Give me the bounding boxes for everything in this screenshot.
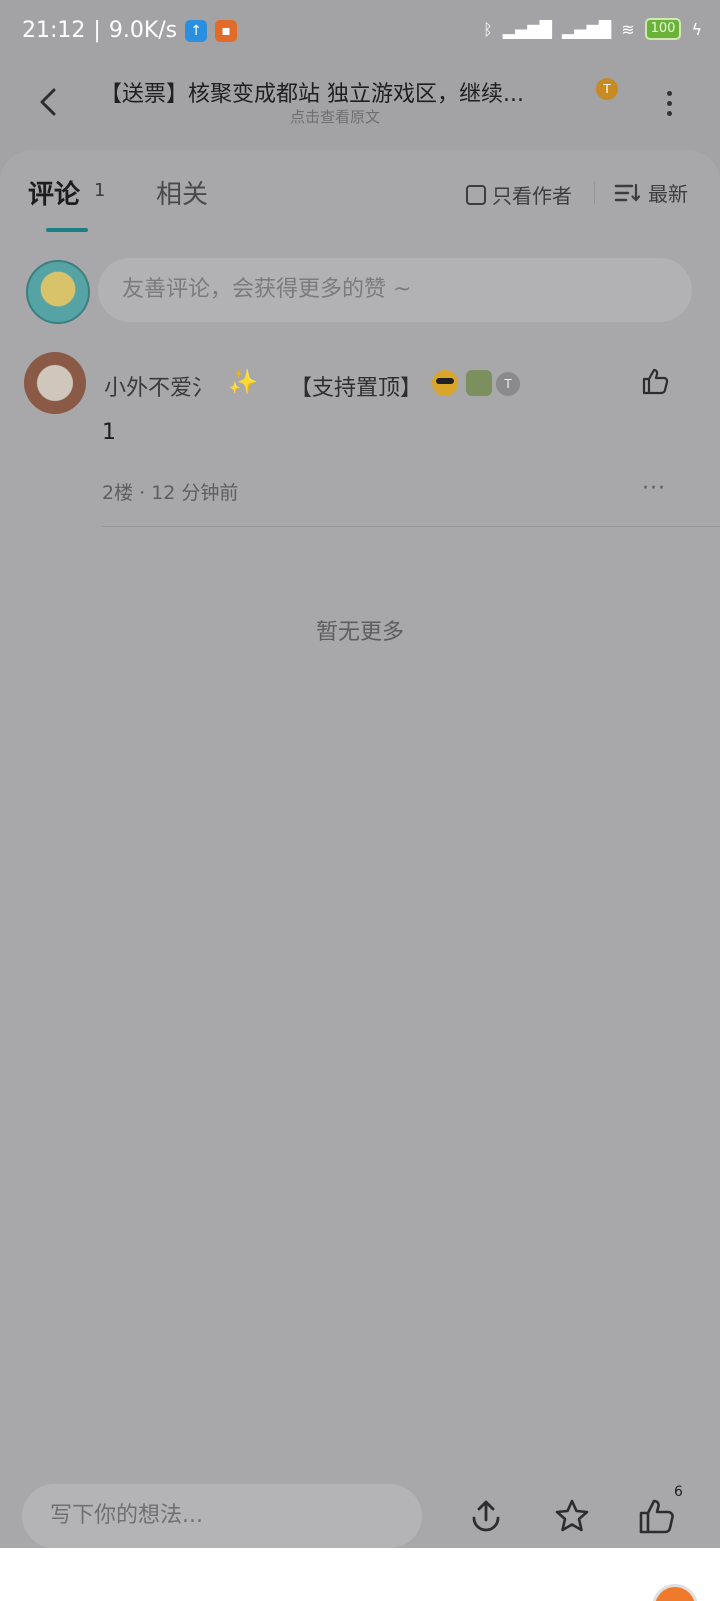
- tab-comments-count: 1: [94, 180, 106, 201]
- back-button[interactable]: [30, 82, 70, 122]
- comments-sheet: 评论 1 相关 只看作者 最新 友善评论，会获得更多的赞 ~ 小外不爱氵 ✨ 【…: [0, 150, 720, 1500]
- share-icon: [472, 1500, 500, 1532]
- status-bar-right: ᛒ ▂▄▆█ ▂▄▆█ ≋ 100 ϟ: [483, 18, 702, 40]
- filter-divider: [594, 182, 595, 204]
- dot-icon: [666, 101, 672, 106]
- comment-like-button[interactable]: [640, 366, 670, 396]
- more-options-button[interactable]: [654, 86, 684, 126]
- comment-tag: 【支持置顶】: [290, 376, 423, 401]
- write-thought-input[interactable]: 写下你的想法...: [22, 1484, 422, 1548]
- signal-hd-icon-2: ▂▄▆█: [561, 19, 612, 39]
- comment-divider: [102, 526, 720, 527]
- dot-icon: [666, 91, 672, 96]
- charging-icon: ϟ: [691, 19, 702, 39]
- share-button[interactable]: [466, 1496, 506, 1536]
- active-tab-indicator: [46, 228, 88, 232]
- status-net-speed: 9.0K/s: [108, 18, 178, 43]
- comment-more-button[interactable]: ···: [642, 476, 666, 501]
- coin-badge-icon: T: [596, 78, 618, 100]
- thumbs-up-icon: [642, 368, 669, 395]
- status-time: 21:12: [22, 18, 86, 43]
- coin-badge-icon: T: [496, 372, 520, 396]
- star-icon: [555, 1499, 589, 1532]
- commenter-name[interactable]: 小外不爱氵: [104, 370, 214, 402]
- sort-label: 最新: [648, 182, 688, 206]
- like-count: 6: [674, 1484, 683, 1500]
- bluetooth-icon: ᛒ: [483, 19, 493, 39]
- my-avatar[interactable]: [26, 260, 90, 324]
- sort-button[interactable]: 最新: [614, 178, 688, 207]
- thumbs-up-icon: [639, 1499, 674, 1534]
- wifi-icon: ≋: [621, 19, 635, 39]
- only-author-label: 只看作者: [492, 184, 572, 208]
- favorite-button[interactable]: [552, 1496, 592, 1536]
- commenter-avatar[interactable]: [24, 352, 86, 414]
- status-bar: 21:12 | 9.0K/s ↑ ▪ ᛒ ▂▄▆█ ▂▄▆█ ≋ 100 ϟ: [0, 0, 720, 64]
- comment-body: 1: [102, 420, 116, 445]
- signal-hd-icon: ▂▄▆█: [502, 19, 552, 39]
- battery-icon: 100: [644, 18, 682, 40]
- video-app-icon: ▪: [215, 19, 238, 42]
- only-author-filter[interactable]: 只看作者: [466, 180, 572, 209]
- header: 【送票】核聚变成都站 独立游戏区，继续... 点击查看原文 T: [0, 64, 720, 150]
- checkbox-icon[interactable]: [466, 184, 486, 205]
- comment-meta: 2楼 · 12 分钟前: [102, 482, 239, 504]
- no-more-text: 暂无更多: [315, 620, 404, 645]
- sort-icon: [614, 183, 640, 202]
- comment-input[interactable]: 友善评论，会获得更多的赞 ~: [98, 258, 692, 322]
- tab-related[interactable]: 相关: [156, 174, 208, 211]
- page-title[interactable]: 【送票】核聚变成都站 独立游戏区，继续...: [100, 76, 570, 108]
- page: 21:12 | 9.0K/s ↑ ▪ ᛒ ▂▄▆█ ▂▄▆█ ≋ 100 ϟ 【…: [0, 0, 720, 1601]
- tab-comments[interactable]: 评论: [28, 174, 80, 211]
- sticker-emoji-icon: [466, 370, 492, 396]
- upload-app-icon: ↑: [185, 19, 208, 42]
- sparkle-icon: ✨: [228, 368, 258, 396]
- sunglasses-emoji-icon: [432, 370, 458, 396]
- like-post-button[interactable]: [636, 1496, 678, 1536]
- view-original-link[interactable]: 点击查看原文: [100, 106, 570, 127]
- dot-icon: [666, 111, 672, 116]
- status-bar-left: 21:12 | 9.0K/s ↑ ▪: [22, 18, 238, 43]
- status-divider: |: [93, 18, 101, 43]
- chevron-left-icon: [40, 88, 56, 116]
- bottom-white-strip: [0, 1548, 720, 1601]
